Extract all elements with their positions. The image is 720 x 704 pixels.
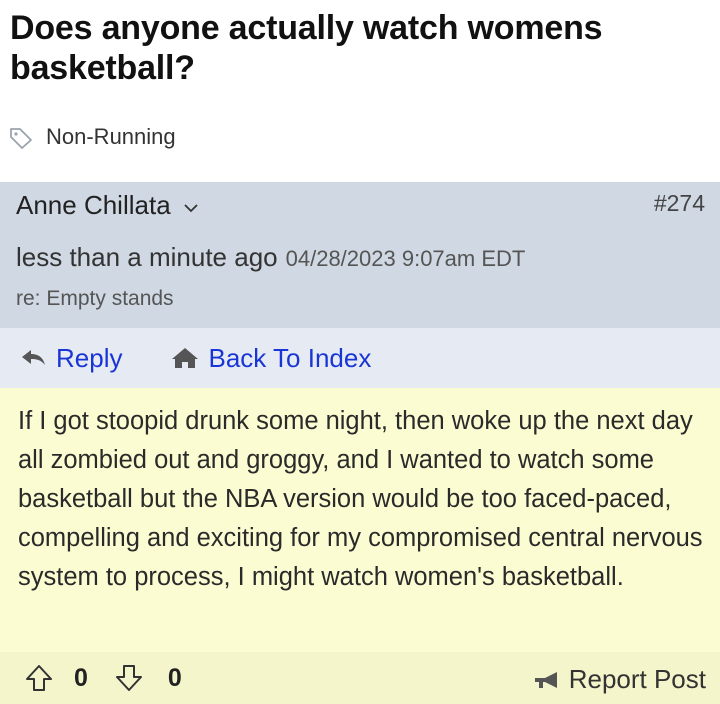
back-to-index-label: Back To Index bbox=[208, 342, 372, 373]
upvote-button[interactable] bbox=[24, 663, 54, 693]
report-post-button[interactable]: Report Post bbox=[533, 664, 706, 695]
absolute-time: 04/28/2023 9:07am EDT bbox=[285, 246, 526, 271]
downvote-button[interactable] bbox=[114, 663, 144, 693]
post-body-text: If I got stoopid drunk some night, then … bbox=[18, 407, 703, 591]
report-post-label: Report Post bbox=[568, 664, 706, 694]
back-to-index-button[interactable]: Back To Index bbox=[170, 343, 371, 374]
post-number[interactable]: #274 bbox=[654, 190, 705, 217]
post-actions: Reply Back To Index bbox=[0, 328, 720, 388]
upvote-count: 0 bbox=[74, 663, 88, 692]
post-timestamp: less than a minute ago 04/28/2023 9:07am… bbox=[16, 242, 525, 273]
thread-tag[interactable]: Non-Running bbox=[8, 122, 176, 152]
tag-label: Non-Running bbox=[46, 124, 176, 149]
author-menu[interactable]: Anne Chillata bbox=[16, 190, 199, 221]
author-name: Anne Chillata bbox=[16, 190, 171, 220]
relative-time: less than a minute ago bbox=[16, 242, 278, 272]
thread-title: Does anyone actually watch womens basket… bbox=[10, 9, 603, 87]
reply-label: Reply bbox=[56, 342, 123, 373]
downvote-count: 0 bbox=[167, 663, 182, 692]
reply-icon bbox=[20, 347, 56, 369]
arrow-down-icon bbox=[114, 663, 144, 693]
reply-button[interactable]: Reply bbox=[20, 343, 122, 374]
tag-icon bbox=[8, 124, 34, 150]
home-icon bbox=[170, 346, 208, 370]
chevron-down-icon bbox=[183, 190, 199, 221]
reply-to-subject: re: Empty stands bbox=[16, 287, 174, 310]
megaphone-icon bbox=[533, 669, 569, 691]
arrow-up-icon bbox=[24, 663, 54, 693]
